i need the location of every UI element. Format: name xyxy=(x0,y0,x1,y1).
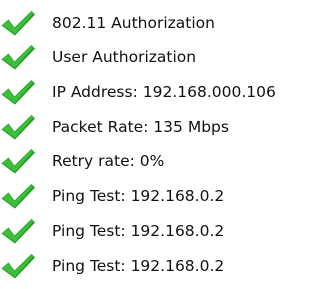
status-item-80211-authorization: 802.11 Authorization xyxy=(0,6,328,40)
check-mark-icon xyxy=(1,80,35,105)
status-label: Packet Rate: 135 Mbps xyxy=(52,118,229,136)
status-label: Ping Test: 192.168.0.2 xyxy=(52,187,225,205)
status-label: Ping Test: 192.168.0.2 xyxy=(52,222,225,240)
status-label: User Authorization xyxy=(52,48,197,66)
status-item-ping-test-3: Ping Test: 192.168.0.2 xyxy=(0,249,328,283)
status-label: IP Address: 192.168.000.106 xyxy=(52,83,276,101)
status-label: 802.11 Authorization xyxy=(52,14,215,32)
status-item-ping-test-2: Ping Test: 192.168.0.2 xyxy=(0,214,328,248)
check-mark-icon xyxy=(1,254,35,279)
status-label: Retry rate: 0% xyxy=(52,152,165,170)
status-item-ping-test-1: Ping Test: 192.168.0.2 xyxy=(0,179,328,213)
check-mark-icon xyxy=(1,115,35,140)
status-item-retry-rate: Retry rate: 0% xyxy=(0,144,328,178)
check-mark-icon xyxy=(1,184,35,209)
status-item-packet-rate: Packet Rate: 135 Mbps xyxy=(0,110,328,144)
check-mark-icon xyxy=(1,219,35,244)
check-mark-icon xyxy=(1,45,35,70)
status-label: Ping Test: 192.168.0.2 xyxy=(52,257,225,275)
check-mark-icon xyxy=(1,11,35,36)
check-mark-icon xyxy=(1,149,35,174)
status-item-user-authorization: User Authorization xyxy=(0,40,328,74)
status-item-ip-address: IP Address: 192.168.000.106 xyxy=(0,75,328,109)
